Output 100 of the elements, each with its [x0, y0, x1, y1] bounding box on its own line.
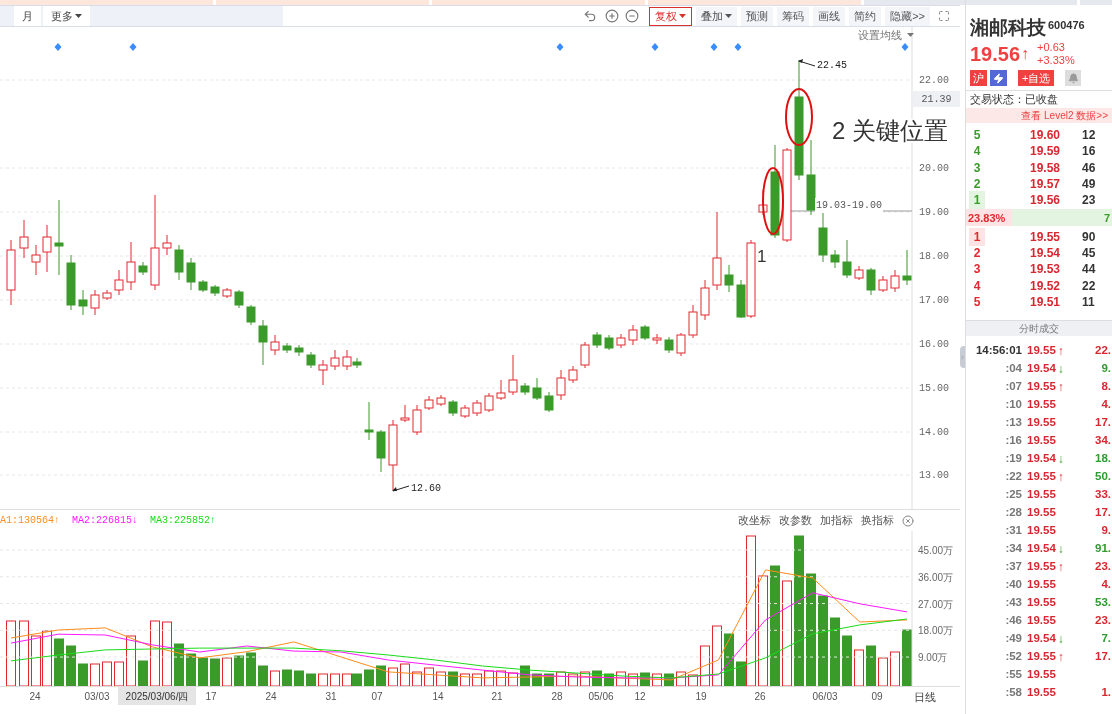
stock-name: 湘邮科技 [970, 18, 1046, 37]
ma-setting-dropdown[interactable]: 设置均线 [858, 27, 914, 44]
zoom-in-icon[interactable] [605, 9, 620, 23]
bell-icon[interactable] [1065, 70, 1082, 86]
toolbar-button[interactable]: 简约 [849, 6, 882, 26]
add-watchlist-button[interactable]: +自选 [1018, 70, 1055, 86]
annotation-ellipse [785, 88, 813, 146]
candlestick [544, 391, 554, 413]
trade-price: 19.55 [1027, 415, 1056, 431]
candlestick [866, 267, 876, 296]
date-axis-label: 24 [264, 689, 278, 704]
date-axis-label: 31 [324, 689, 338, 704]
toolbar-button[interactable]: 隐藏>> [885, 6, 930, 26]
annotation-text: 2 关键位置 [832, 119, 948, 143]
candlestick [318, 359, 328, 386]
order-volume: 11 [1082, 293, 1095, 311]
trade-volume: 9. [1101, 523, 1112, 539]
diamond-icon [556, 43, 564, 51]
indicator-button[interactable]: 换指标 [861, 512, 894, 529]
toolbar-button[interactable]: 预测 [741, 6, 774, 26]
diamond-icon [129, 43, 137, 51]
trade-arrow: ↑ [1057, 378, 1065, 396]
diamond-icon [651, 43, 659, 51]
period-tab[interactable]: 月 [14, 6, 41, 26]
volume-tick-label: 36.00万 [918, 571, 954, 583]
candlestick [664, 336, 674, 354]
candlestick [210, 284, 220, 297]
trade-time: :34 [1004, 541, 1022, 557]
candlestick [460, 404, 470, 419]
trade-time: :16 [1004, 433, 1022, 449]
trade-volume: 9. [1101, 361, 1112, 377]
trading-status: 交易状态：已收盘 [970, 92, 1058, 108]
trade-price: 19.55 [1027, 379, 1056, 395]
indicator-button[interactable]: 改参数 [779, 512, 812, 529]
trade-time: :28 [1004, 505, 1022, 521]
order-volume: 44 [1082, 261, 1096, 279]
diamond-icon [734, 43, 742, 51]
candlestick [508, 354, 518, 396]
trade-time: :13 [1004, 415, 1022, 431]
candlestick [400, 404, 410, 423]
candlestick [294, 344, 304, 357]
date-axis-label: 24 [28, 689, 42, 704]
order-price: 19.52 [1030, 277, 1062, 295]
trade-volume: 33. [1095, 487, 1112, 503]
candlestick [282, 342, 292, 354]
volume-tick-label: 9.00万 [918, 652, 948, 664]
price-tick-label: 17.00 [919, 294, 949, 308]
candlestick [174, 244, 184, 281]
trade-time: :40 [1004, 577, 1022, 593]
candlestick [102, 289, 112, 301]
lightning-icon[interactable] [990, 70, 1007, 86]
toolbar-button[interactable]: 画线 [813, 6, 846, 26]
candlestick [652, 333, 662, 345]
trade-price: 19.55 [1027, 667, 1056, 683]
close-icon[interactable] [902, 514, 914, 527]
pointer-arrow-icon [392, 485, 410, 492]
candlestick [306, 351, 316, 369]
trade-price: 19.55 [1027, 685, 1056, 701]
toolbar-button[interactable]: 筹码 [777, 6, 810, 26]
pointer-arrow-icon [798, 59, 816, 67]
order-price: 19.56 [1030, 192, 1062, 210]
trade-time: :07 [1004, 379, 1022, 395]
trade-price: 19.55 [1027, 505, 1056, 521]
trade-price: 19.55 [1027, 523, 1056, 539]
period-tab[interactable]: 更多 [43, 6, 90, 26]
order-price: 19.60 [1030, 127, 1062, 145]
candlestick [162, 234, 172, 256]
candlestick [676, 332, 686, 357]
fullscreen-icon[interactable] [938, 10, 950, 22]
trade-volume: 1. [1101, 685, 1112, 701]
trade-arrow: ↓ [1057, 540, 1065, 558]
trade-price: 19.54 [1027, 361, 1056, 377]
current-price-label: 21.39 [913, 91, 960, 107]
zoom-out-icon[interactable] [625, 9, 640, 23]
stock-price: 19.56 [970, 44, 1021, 64]
trade-price: 19.55 [1027, 469, 1056, 485]
trade-price: 19.54 [1027, 631, 1056, 647]
order-level: 1 [969, 227, 985, 246]
undo-icon[interactable] [583, 9, 598, 23]
candlestick [592, 331, 602, 349]
indicator-button[interactable]: 改坐标 [738, 512, 771, 529]
order-volume: 23 [1082, 192, 1096, 210]
trade-volume: 53. [1095, 595, 1112, 611]
order-volume: 46 [1082, 159, 1096, 177]
candlestick [258, 319, 268, 366]
toolbar-button[interactable]: 叠加 [696, 6, 738, 26]
toolbar-button[interactable]: 复权 [649, 6, 693, 26]
trade-price: 19.55 [1027, 433, 1056, 449]
trades-title: 分时成交 [1019, 321, 1059, 336]
candlestick [700, 279, 710, 321]
indicator-button[interactable]: 加指标 [820, 512, 853, 529]
date-axis-label: 12 [633, 689, 647, 704]
candlestick [138, 261, 148, 276]
candlestick [724, 264, 734, 293]
candlestick [19, 219, 29, 259]
date-axis-label: 21 [490, 689, 504, 704]
collapse-handle[interactable] [960, 346, 965, 368]
candlestick [496, 379, 506, 401]
candlestick [198, 279, 208, 293]
trade-arrow: ↓ [1057, 450, 1065, 468]
